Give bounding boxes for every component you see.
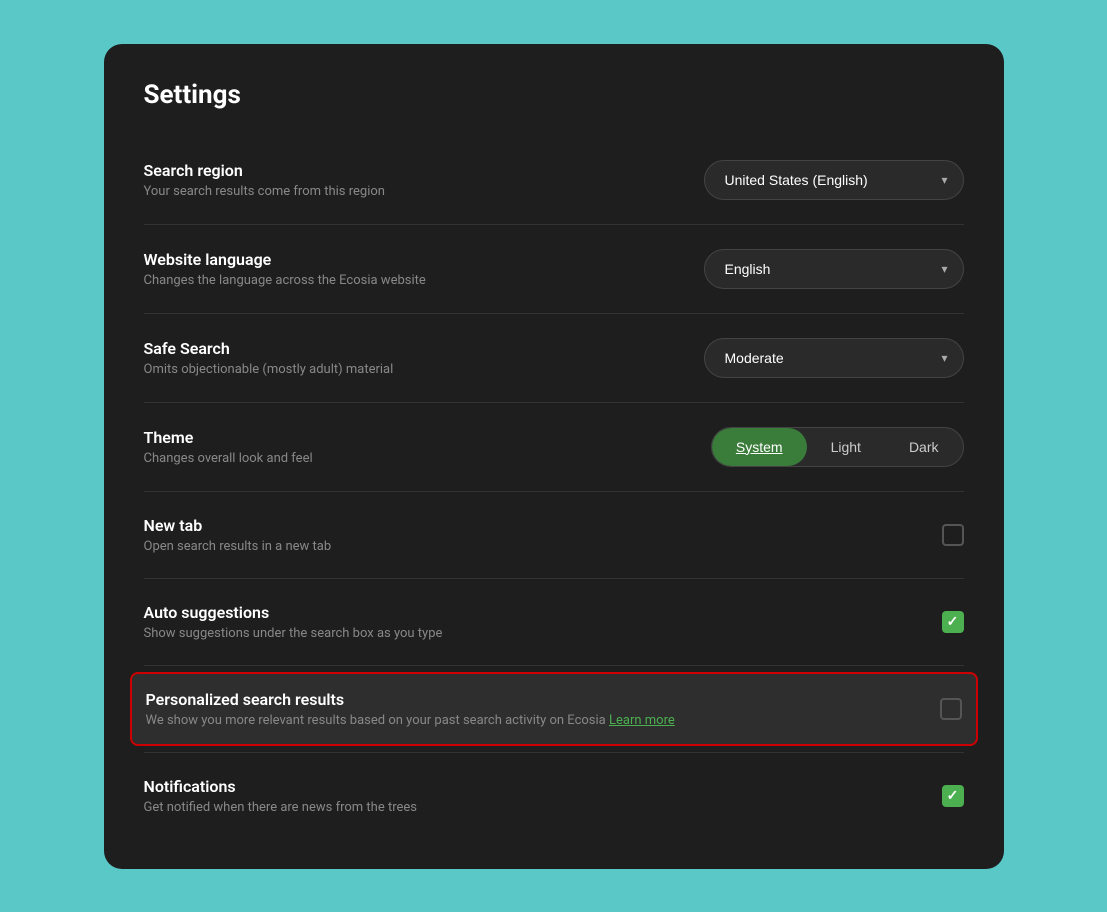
theme-title: Theme	[144, 428, 711, 447]
notifications-label: Notifications Get notified when there ar…	[144, 777, 942, 815]
auto-suggestions-checkbox[interactable]	[942, 611, 964, 633]
notifications-desc: Get notified when there are news from th…	[144, 800, 942, 815]
new-tab-row: New tab Open search results in a new tab	[144, 498, 964, 572]
theme-row: Theme Changes overall look and feel Syst…	[144, 409, 964, 485]
search-region-title: Search region	[144, 161, 704, 180]
notifications-checkbox[interactable]	[942, 785, 964, 807]
website-language-title: Website language	[144, 250, 704, 269]
new-tab-label: New tab Open search results in a new tab	[144, 516, 942, 554]
search-region-select[interactable]: United States (English) United Kingdom (…	[704, 160, 964, 200]
theme-label: Theme Changes overall look and feel	[144, 428, 711, 466]
theme-toggle-group: System Light Dark	[711, 427, 964, 467]
theme-dark-button[interactable]: Dark	[885, 428, 963, 466]
safe-search-label: Safe Search Omits objectionable (mostly …	[144, 339, 704, 377]
page-title: Settings	[144, 80, 964, 110]
personalized-search-title: Personalized search results	[146, 690, 940, 709]
auto-suggestions-desc: Show suggestions under the search box as…	[144, 626, 942, 641]
website-language-desc: Changes the language across the Ecosia w…	[144, 273, 704, 288]
safe-search-title: Safe Search	[144, 339, 704, 358]
divider-7	[144, 752, 964, 753]
theme-desc: Changes overall look and feel	[144, 451, 711, 466]
safe-search-desc: Omits objectionable (mostly adult) mater…	[144, 362, 704, 377]
personalized-search-learn-more-link[interactable]: Learn more	[609, 713, 675, 728]
divider-1	[144, 224, 964, 225]
website-language-dropdown-wrapper: English Deutsch Français Español Italian…	[704, 249, 964, 289]
notifications-row: Notifications Get notified when there ar…	[144, 759, 964, 833]
divider-5	[144, 578, 964, 579]
personalized-search-label: Personalized search results We show you …	[146, 690, 940, 728]
auto-suggestions-title: Auto suggestions	[144, 603, 942, 622]
divider-6	[144, 665, 964, 666]
new-tab-checkbox[interactable]	[942, 524, 964, 546]
website-language-label: Website language Changes the language ac…	[144, 250, 704, 288]
theme-system-button[interactable]: System	[712, 428, 807, 466]
theme-light-button[interactable]: Light	[807, 428, 885, 466]
personalized-search-row: Personalized search results We show you …	[130, 672, 978, 746]
search-region-dropdown-wrapper: United States (English) United Kingdom (…	[704, 160, 964, 200]
search-region-label: Search region Your search results come f…	[144, 161, 704, 199]
safe-search-dropdown-wrapper: Strict Moderate Off ▾	[704, 338, 964, 378]
search-region-desc: Your search results come from this regio…	[144, 184, 704, 199]
settings-card: Settings Search region Your search resul…	[104, 44, 1004, 869]
search-region-row: Search region Your search results come f…	[144, 142, 964, 218]
new-tab-desc: Open search results in a new tab	[144, 539, 942, 554]
new-tab-title: New tab	[144, 516, 942, 535]
divider-4	[144, 491, 964, 492]
safe-search-row: Safe Search Omits objectionable (mostly …	[144, 320, 964, 396]
auto-suggestions-label: Auto suggestions Show suggestions under …	[144, 603, 942, 641]
divider-2	[144, 313, 964, 314]
auto-suggestions-row: Auto suggestions Show suggestions under …	[144, 585, 964, 659]
personalized-search-desc-text: We show you more relevant results based …	[146, 713, 606, 728]
notifications-title: Notifications	[144, 777, 942, 796]
divider-3	[144, 402, 964, 403]
website-language-select[interactable]: English Deutsch Français Español Italian…	[704, 249, 964, 289]
personalized-search-desc: We show you more relevant results based …	[146, 713, 940, 728]
website-language-row: Website language Changes the language ac…	[144, 231, 964, 307]
safe-search-select[interactable]: Strict Moderate Off	[704, 338, 964, 378]
personalized-search-checkbox[interactable]	[940, 698, 962, 720]
